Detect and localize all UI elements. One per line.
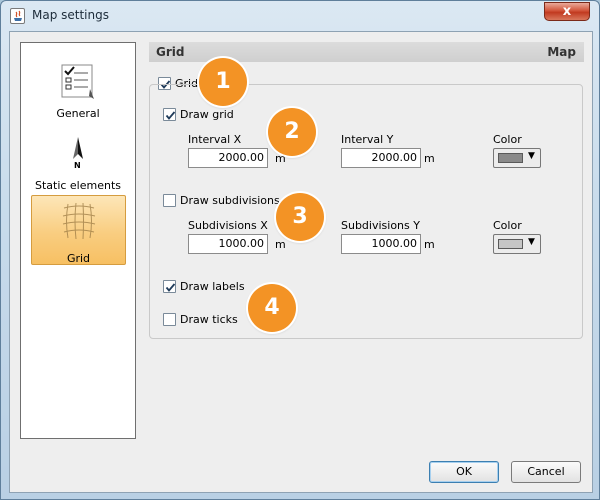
java-app-icon xyxy=(10,8,25,24)
interval-y-input[interactable]: 2000.00 xyxy=(341,148,421,168)
subdivision-color-swatch xyxy=(498,239,523,249)
close-button[interactable]: x xyxy=(544,2,590,21)
close-icon: x xyxy=(562,4,572,19)
section-context: Map xyxy=(547,45,576,59)
north-arrow-icon xyxy=(73,137,83,159)
sidebar-item-grid[interactable]: Grid xyxy=(31,195,126,265)
callout-badge-1: 1 xyxy=(199,58,247,106)
dialog-client-area: General N Static elements Grid Grid Map … xyxy=(9,31,593,493)
draw-ticks-checkbox[interactable] xyxy=(163,313,176,326)
title-bar[interactable]: Map settings x xyxy=(1,1,599,31)
grid-color-label: Color xyxy=(493,133,522,146)
grid-color-swatch xyxy=(498,153,523,163)
grid-icon xyxy=(62,202,96,240)
sidebar-item-static-elements[interactable]: N Static elements xyxy=(21,131,135,197)
callout-badge-2: 2 xyxy=(268,108,316,156)
window-title: Map settings xyxy=(32,8,109,22)
subdivision-color-picker[interactable]: ▼ xyxy=(493,234,541,254)
subdivisions-x-label: Subdivisions X xyxy=(188,219,268,232)
draw-labels-checkbox[interactable] xyxy=(163,280,176,293)
draw-ticks-label: Draw ticks xyxy=(180,313,238,326)
chevron-down-icon: ▼ xyxy=(528,237,535,247)
subdivisions-y-unit: m xyxy=(424,238,435,251)
checklist-icon xyxy=(61,64,94,99)
subdivisions-y-input[interactable]: 1000.00 xyxy=(341,234,421,254)
callout-badge-3: 3 xyxy=(276,193,324,241)
north-label: N xyxy=(74,161,81,170)
sidebar-item-label: General xyxy=(56,107,100,120)
interval-x-input[interactable]: 2000.00 xyxy=(188,148,268,168)
draw-grid-label: Draw grid xyxy=(180,108,234,121)
subdivisions-x-unit: m xyxy=(275,238,286,251)
checkmark-icon xyxy=(165,283,176,292)
grid-options-group xyxy=(149,84,583,339)
draw-labels-label: Draw labels xyxy=(180,280,245,293)
draw-subdivisions-checkbox[interactable] xyxy=(163,194,176,207)
draw-subdivisions-label: Draw subdivisions xyxy=(180,194,280,207)
interval-x-label: Interval X xyxy=(188,133,242,146)
ok-button[interactable]: OK xyxy=(429,461,499,483)
cancel-button[interactable]: Cancel xyxy=(511,461,581,483)
subdivisions-y-label: Subdivisions Y xyxy=(341,219,420,232)
checkmark-icon xyxy=(165,111,176,120)
interval-y-unit: m xyxy=(424,152,435,165)
callout-badge-4: 4 xyxy=(248,284,296,332)
interval-y-label: Interval Y xyxy=(341,133,394,146)
category-sidebar: General N Static elements Grid xyxy=(20,42,136,439)
section-title: Grid xyxy=(156,45,185,59)
subdivisions-x-input[interactable]: 1000.00 xyxy=(188,234,268,254)
subdivision-color-label: Color xyxy=(493,219,522,232)
sidebar-item-label: Static elements xyxy=(34,179,122,192)
sidebar-item-general[interactable]: General xyxy=(21,57,135,127)
sidebar-item-label: Grid xyxy=(66,252,91,265)
chevron-down-icon: ▼ xyxy=(528,151,535,161)
map-settings-window: Map settings x General N Static elements… xyxy=(0,0,600,500)
grid-color-picker[interactable]: ▼ xyxy=(493,148,541,168)
draw-grid-checkbox[interactable] xyxy=(163,108,176,121)
